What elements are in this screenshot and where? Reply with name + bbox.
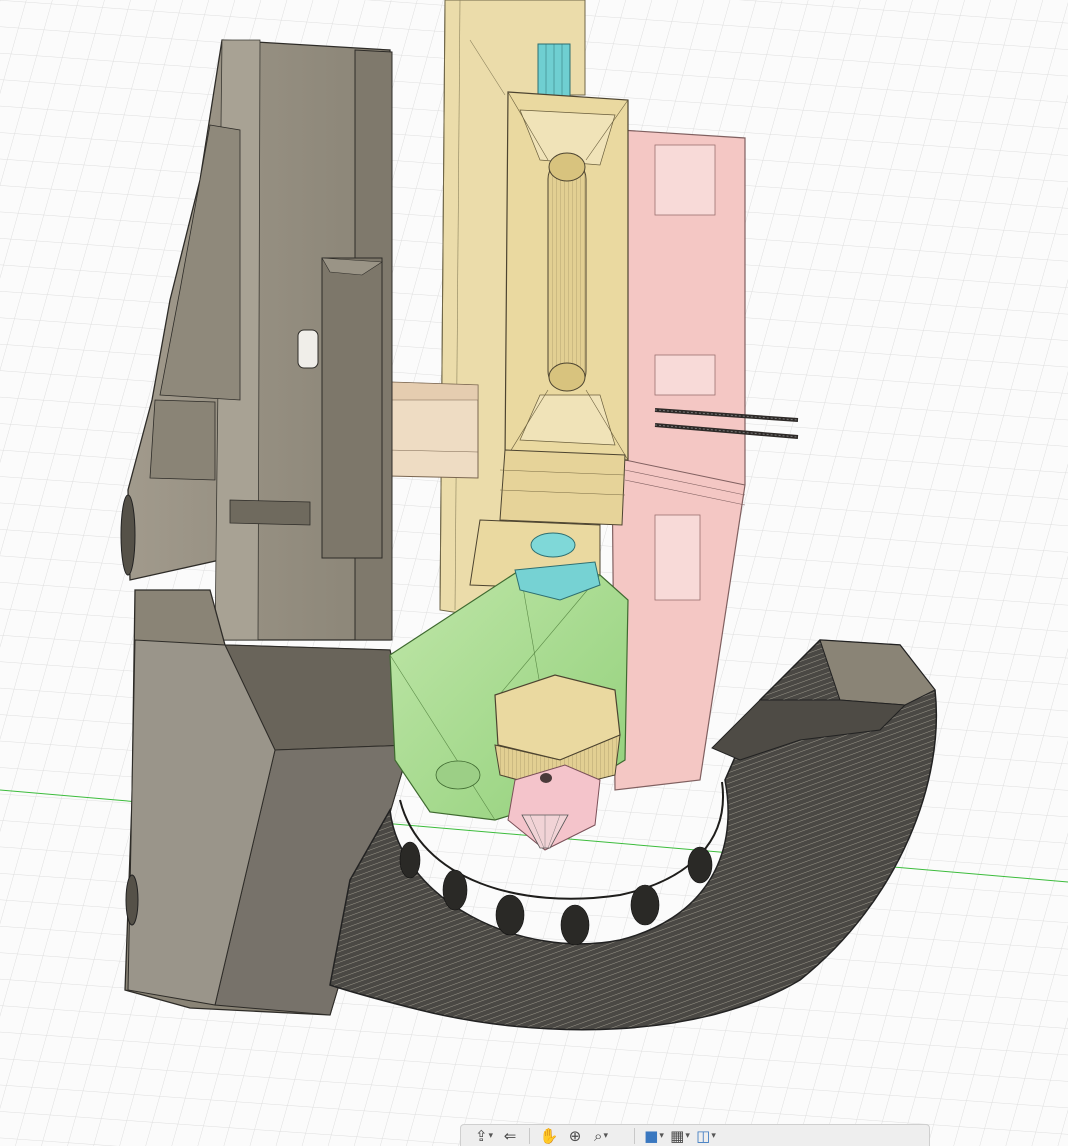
- viewports-button[interactable]: ◫ ▾: [693, 1126, 719, 1146]
- grid-settings-button[interactable]: ▦ ▾: [667, 1126, 693, 1146]
- connector-bar: [387, 381, 479, 479]
- toolbar-separator: [529, 1127, 530, 1144]
- zoom-button[interactable]: ⊕: [562, 1126, 588, 1146]
- chevron-down-icon: ▾: [685, 1130, 690, 1141]
- fit-icon: ⌕: [594, 1126, 603, 1145]
- pan-button[interactable]: ✋: [536, 1126, 562, 1146]
- toolbar-group-nav: ⇪ ▾ ⇐ ✋ ⊕ ⌕ ▾: [471, 1126, 614, 1146]
- chevron-down-icon: ▾: [659, 1130, 664, 1141]
- pan-hand-icon: ✋: [539, 1126, 559, 1145]
- orbit-icon: ⇪: [474, 1126, 488, 1145]
- grid-settings-icon: ▦: [670, 1126, 685, 1145]
- fit-button[interactable]: ⌕ ▾: [588, 1126, 614, 1146]
- teal-shaft: [537, 43, 571, 97]
- chevron-down-icon: ▾: [603, 1130, 608, 1141]
- viewports-icon: ◫: [696, 1126, 711, 1145]
- model-canvas[interactable]: [0, 0, 1068, 1146]
- 3d-viewport[interactable]: [0, 0, 1068, 1146]
- toolbar-group-display: ■ ▾ ▦ ▾ ◫ ▾: [628, 1126, 719, 1146]
- display-settings-icon: ■: [644, 1126, 659, 1145]
- look-at-button[interactable]: ⇐: [497, 1126, 523, 1146]
- chevron-down-icon: ▾: [488, 1130, 494, 1141]
- look-at-icon: ⇐: [503, 1126, 517, 1145]
- chevron-down-icon: ▾: [711, 1130, 716, 1141]
- display-settings-button[interactable]: ■ ▾: [641, 1126, 667, 1146]
- zoom-icon: ⊕: [568, 1126, 582, 1145]
- orbit-button[interactable]: ⇪ ▾: [471, 1126, 497, 1146]
- toolbar-separator: [634, 1127, 635, 1144]
- navigation-toolbar: ⇪ ▾ ⇐ ✋ ⊕ ⌕ ▾ ■ ▾ ▦ ▾ ◫ ▾: [460, 1124, 930, 1146]
